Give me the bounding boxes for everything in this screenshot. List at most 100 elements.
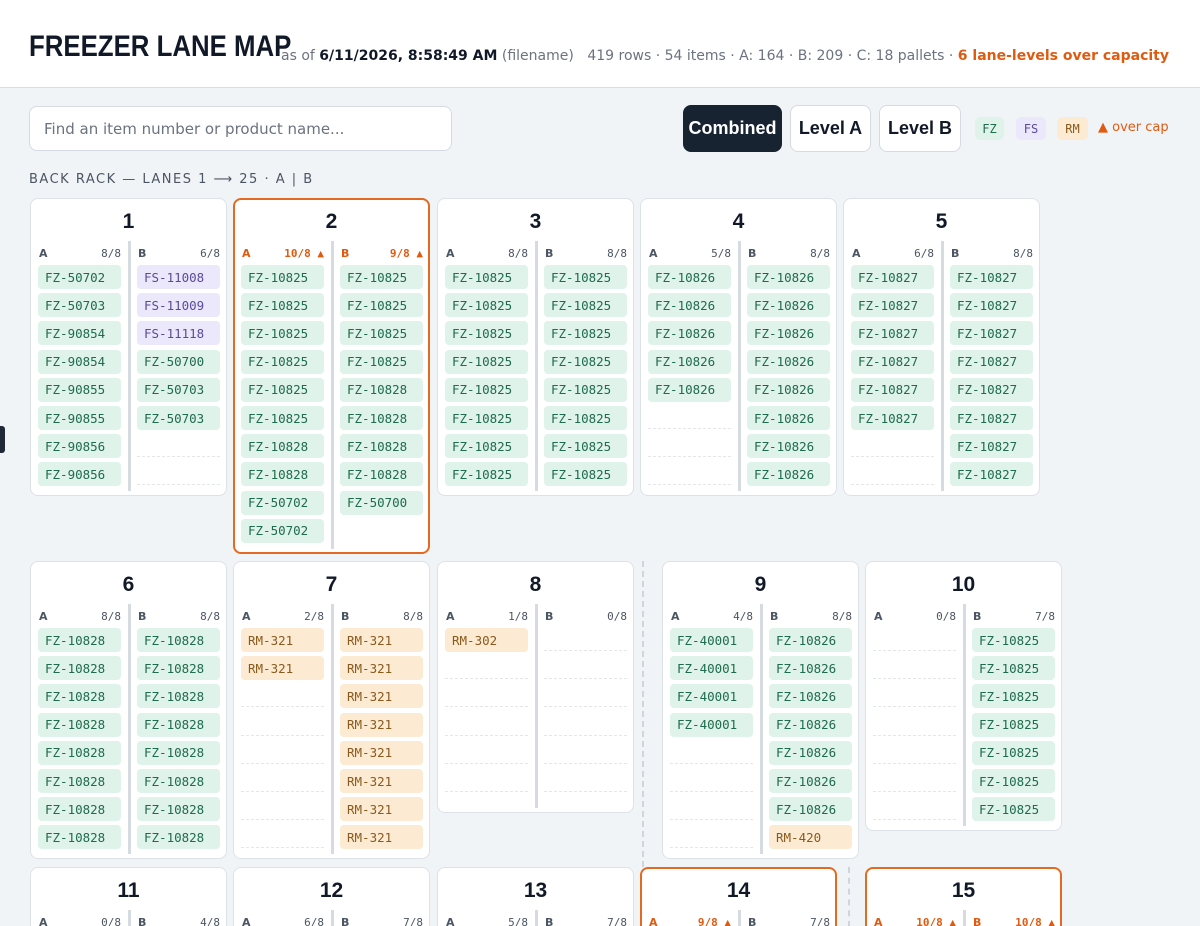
pallet-chip[interactable]: FZ-10825	[544, 321, 627, 346]
pallet-chip[interactable]: FZ-10827	[851, 265, 934, 289]
pallet-chip[interactable]: FZ-50700	[340, 490, 423, 515]
pallet-chip[interactable]: FZ-10827	[950, 265, 1033, 289]
side-handle[interactable]	[0, 426, 5, 453]
pallet-chip[interactable]: FZ-10825	[972, 740, 1055, 765]
pallet-chip[interactable]: FZ-10828	[137, 628, 220, 652]
pallet-chip[interactable]: FZ-10827	[950, 462, 1033, 487]
pallet-chip[interactable]: FZ-50702	[241, 490, 324, 515]
pallet-chip[interactable]: FZ-40001	[670, 712, 753, 737]
pallet-chip[interactable]: RM-321	[241, 656, 324, 681]
pallet-chip[interactable]: FZ-10825	[544, 377, 627, 402]
pallet-chip[interactable]: FZ-10827	[851, 377, 934, 402]
pallet-chip[interactable]: FZ-10828	[241, 462, 324, 487]
pallet-chip[interactable]: FZ-10825	[544, 349, 627, 374]
lane-card-6[interactable]: 6 A 8/8 FZ-10828 FZ-10828 FZ-10828 FZ-10828 FZ-…	[30, 561, 227, 859]
pallet-chip[interactable]: FZ-10825	[972, 684, 1055, 709]
pallet-chip[interactable]: FZ-10825	[544, 462, 627, 487]
pallet-chip[interactable]: FZ-50703	[38, 293, 121, 318]
pallet-chip[interactable]: FZ-50702	[38, 265, 121, 289]
pallet-chip[interactable]: FZ-10825	[340, 293, 423, 318]
lane-card-13[interactable]: 13 A 5/8 B 7/8	[437, 867, 634, 926]
lane-card-3[interactable]: 3 A 8/8 FZ-10825 FZ-10825 FZ-10825 FZ-10825 FZ-…	[437, 198, 634, 496]
pallet-chip[interactable]: FZ-10828	[38, 740, 121, 765]
lane-card-9[interactable]: 9 A 4/8 FZ-40001 FZ-40001 FZ-40001 FZ-40001 B 8/…	[662, 561, 859, 859]
pallet-chip[interactable]: FZ-10825	[241, 293, 324, 318]
view-combined-button[interactable]: Combined	[683, 105, 782, 152]
pallet-chip[interactable]: FZ-10826	[769, 769, 852, 793]
pallet-chip[interactable]: FZ-10826	[747, 434, 830, 459]
pallet-chip[interactable]: FZ-10825	[544, 265, 627, 289]
pallet-chip[interactable]: FZ-90854	[38, 321, 121, 346]
pallet-chip[interactable]: RM-420	[769, 825, 852, 850]
pallet-chip[interactable]: RM-321	[340, 656, 423, 681]
pallet-chip[interactable]: FZ-50703	[137, 406, 220, 430]
pallet-chip[interactable]: FZ-10827	[950, 293, 1033, 318]
pallet-chip[interactable]: FZ-10825	[241, 265, 324, 289]
lane-card-4[interactable]: 4 A 5/8 FZ-10826 FZ-10826 FZ-10826 FZ-10826 FZ-…	[640, 198, 837, 496]
pallet-chip[interactable]: FZ-10827	[851, 293, 934, 318]
lane-card-10[interactable]: 10 A 0/8 B 7/8 FZ-10825 FZ-10825 FZ-10825 FZ-108…	[865, 561, 1062, 831]
pallet-chip[interactable]: FZ-10827	[851, 321, 934, 346]
pallet-chip[interactable]: FZ-10826	[747, 349, 830, 374]
pallet-chip[interactable]: RM-321	[340, 740, 423, 765]
pallet-chip[interactable]: FZ-10825	[340, 321, 423, 346]
pallet-chip[interactable]: FZ-40001	[670, 656, 753, 681]
lane-card-11[interactable]: 11 A 0/8 B 4/8	[30, 867, 227, 926]
pallet-chip[interactable]: FZ-10827	[950, 406, 1033, 430]
pallet-chip[interactable]: FZ-10827	[851, 406, 934, 430]
pallet-chip[interactable]: FZ-10827	[851, 349, 934, 374]
pallet-chip[interactable]: FZ-10825	[972, 712, 1055, 737]
pallet-chip[interactable]: FZ-40001	[670, 684, 753, 709]
search-input[interactable]	[29, 106, 452, 151]
pallet-chip[interactable]: FZ-10826	[769, 797, 852, 822]
pallet-chip[interactable]: FZ-10826	[648, 349, 731, 374]
pallet-chip[interactable]: FZ-10828	[137, 825, 220, 850]
pallet-chip[interactable]: FZ-10825	[972, 628, 1055, 652]
pallet-chip[interactable]: FZ-10825	[972, 656, 1055, 681]
lane-card-14[interactable]: 14 A 9/8 ▲ B 7/8	[640, 867, 837, 926]
pallet-chip[interactable]: FZ-10826	[747, 377, 830, 402]
lane-card-12[interactable]: 12 A 6/8 B 7/8	[233, 867, 430, 926]
pallet-chip[interactable]: FZ-10827	[950, 434, 1033, 459]
pallet-chip[interactable]: FZ-10825	[544, 434, 627, 459]
pallet-chip[interactable]: RM-321	[340, 712, 423, 737]
pallet-chip[interactable]: FZ-10825	[972, 769, 1055, 793]
pallet-chip[interactable]: FZ-10826	[769, 628, 852, 652]
pallet-chip[interactable]: FS-11118	[137, 321, 220, 346]
pallet-chip[interactable]: FZ-40001	[670, 628, 753, 652]
view-level-b-button[interactable]: Level B	[879, 105, 961, 152]
pallet-chip[interactable]: FZ-10826	[648, 377, 731, 402]
pallet-chip[interactable]: FZ-10828	[38, 825, 121, 850]
pallet-chip[interactable]: FZ-10826	[769, 740, 852, 765]
pallet-chip[interactable]: FZ-90855	[38, 406, 121, 430]
pallet-chip[interactable]: FZ-90856	[38, 462, 121, 487]
pallet-chip[interactable]: FZ-10825	[241, 321, 324, 346]
pallet-chip[interactable]: FZ-10827	[950, 321, 1033, 346]
pallet-chip[interactable]: FZ-10826	[648, 265, 731, 289]
pallet-chip[interactable]: RM-321	[340, 628, 423, 652]
pallet-chip[interactable]: FZ-10827	[950, 349, 1033, 374]
pallet-chip[interactable]: FZ-10828	[241, 434, 324, 459]
pallet-chip[interactable]: FZ-10826	[769, 712, 852, 737]
pallet-chip[interactable]: FZ-10826	[769, 684, 852, 709]
pallet-chip[interactable]: RM-302	[445, 628, 528, 652]
pallet-chip[interactable]: FZ-10826	[648, 293, 731, 318]
pallet-chip[interactable]: FZ-10826	[747, 293, 830, 318]
pallet-chip[interactable]: RM-321	[241, 628, 324, 652]
lane-card-7[interactable]: 7 A 2/8 RM-321 RM-321 B 8/8 RM-321 RM-321 RM-321 R…	[233, 561, 430, 859]
pallet-chip[interactable]: FZ-10825	[340, 265, 423, 289]
lane-card-5[interactable]: 5 A 6/8 FZ-10827 FZ-10827 FZ-10827 FZ-10827 FZ-…	[843, 198, 1040, 496]
pallet-chip[interactable]: FZ-10825	[544, 406, 627, 430]
pallet-chip[interactable]: FZ-10826	[747, 406, 830, 430]
pallet-chip[interactable]: FZ-10826	[769, 656, 852, 681]
pallet-chip[interactable]: FZ-10825	[445, 434, 528, 459]
lane-card-15[interactable]: 15 A 10/8 ▲ B 10/8 ▲	[865, 867, 1062, 926]
pallet-chip[interactable]: RM-321	[340, 797, 423, 822]
pallet-chip[interactable]: FZ-10825	[445, 293, 528, 318]
pallet-chip[interactable]: FZ-10825	[241, 406, 324, 430]
pallet-chip[interactable]: FZ-50703	[137, 377, 220, 402]
pallet-chip[interactable]: FZ-10828	[38, 628, 121, 652]
pallet-chip[interactable]: RM-321	[340, 825, 423, 850]
pallet-chip[interactable]: RM-321	[340, 769, 423, 793]
pallet-chip[interactable]: FZ-10828	[137, 797, 220, 822]
